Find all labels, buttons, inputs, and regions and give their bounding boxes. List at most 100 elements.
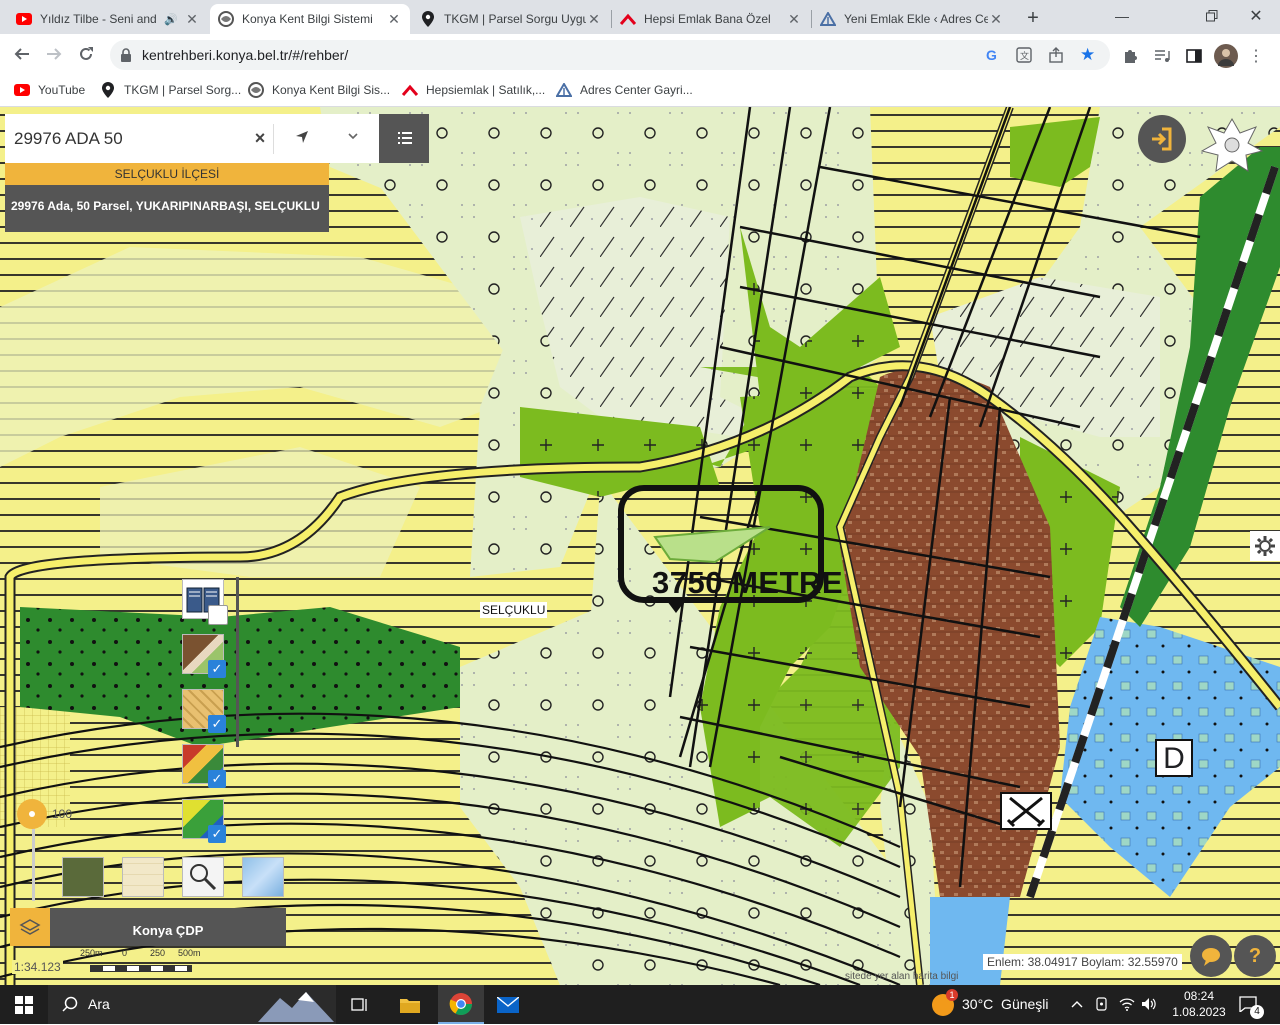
scale-tick: 250m: [80, 948, 103, 958]
zoning-layer-checkbox[interactable]: ✓: [208, 715, 226, 733]
close-tab-icon[interactable]: ✕: [586, 11, 602, 28]
tab-bar: Yıldız Tilbe - Seni and 🔊 ✕ Konya Kent B…: [0, 0, 1280, 34]
mail-icon[interactable]: [492, 989, 524, 1021]
wifi-icon[interactable]: [1118, 995, 1136, 1013]
close-tab-icon[interactable]: ✕: [386, 11, 402, 28]
search-input[interactable]: [5, 114, 263, 163]
cadastre-layer-checkbox[interactable]: ✓: [208, 660, 226, 678]
locate-arrow-icon[interactable]: [295, 130, 309, 147]
task-view-icon[interactable]: [344, 989, 376, 1021]
search-basemap-thumb[interactable]: [182, 857, 224, 897]
address-bar[interactable]: kentrehberi.konya.bel.tr/#/rehber/ G 文 ★: [110, 40, 1110, 70]
taskbar-search-box[interactable]: Ara: [48, 985, 336, 1024]
tab-title: Hepsi Emlak Bana Özel: [644, 12, 771, 26]
media-controls-icon[interactable]: [1152, 46, 1172, 66]
bookmark-tkgm[interactable]: TKGM | Parsel Sorg...: [100, 82, 241, 98]
active-layer-name[interactable]: Konya ÇDP: [50, 908, 286, 946]
windows-taskbar: Ara 1 30°C Güneşli 08:24 1.08.2023 4: [0, 985, 1280, 1024]
close-window-icon[interactable]: ✕: [1244, 6, 1268, 26]
windows-start-icon[interactable]: [0, 985, 48, 1024]
konya-logo-icon: [218, 11, 234, 27]
minimize-icon[interactable]: —: [1110, 6, 1134, 26]
tab-hepsiemlak[interactable]: Hepsi Emlak Bana Özel ✕: [612, 4, 810, 34]
plan-layer-checkbox[interactable]: ✓: [208, 825, 226, 843]
list-menu-button[interactable]: [379, 114, 429, 163]
crossed-rifles-icon: [1000, 792, 1052, 830]
lock-icon[interactable]: [120, 48, 132, 65]
scale-ratio: 1:34.123: [12, 960, 63, 974]
tab-adres-center[interactable]: Yeni Emlak Ekle ‹ Adres Ce ✕: [812, 4, 1012, 34]
opacity-slider-track[interactable]: [32, 819, 35, 901]
tab-title: Konya Kent Bilgi Sistemi: [242, 12, 373, 26]
clock[interactable]: 08:24 1.08.2023: [1168, 988, 1230, 1020]
forward-arrow-icon[interactable]: [42, 42, 66, 66]
bookmark-hepsiemlak[interactable]: Hepsiemlak | Satılık,...: [402, 82, 545, 98]
close-tab-icon[interactable]: ✕: [988, 11, 1004, 28]
map-footer-note: sitede yer alan harita bilgi: [845, 971, 959, 982]
file-explorer-icon[interactable]: [394, 989, 426, 1021]
reload-icon[interactable]: [74, 42, 98, 66]
mountain-search-highlight: [258, 988, 334, 1022]
meet-now-icon[interactable]: [1094, 995, 1112, 1013]
bookmark-adres-center[interactable]: Adres Center Gayri...: [556, 82, 693, 98]
share-icon[interactable]: [1048, 47, 1064, 66]
back-arrow-icon[interactable]: [10, 42, 34, 66]
extensions-puzzle-icon[interactable]: [1120, 46, 1140, 66]
settings-gear-icon[interactable]: [1250, 531, 1280, 561]
landuse-layer-checkbox[interactable]: ✓: [208, 770, 226, 788]
volume-icon[interactable]: [1140, 995, 1158, 1013]
taskbar-search-label: Ara: [88, 996, 110, 1012]
chat-button[interactable]: [1190, 935, 1232, 977]
help-button[interactable]: ?: [1234, 935, 1276, 977]
map-view[interactable]: 3750 METRE SELÇUKLU D × SELÇUKLU İLÇESİ …: [0, 107, 1280, 985]
opacity-slider-handle[interactable]: [17, 799, 47, 829]
google-icon[interactable]: G: [986, 47, 997, 63]
map-basemap-thumb[interactable]: [242, 857, 284, 897]
layers-stack-icon[interactable]: [10, 908, 50, 946]
adres-center-icon: [820, 11, 836, 27]
tab-title: Yeni Emlak Ekle ‹ Adres Ce: [844, 12, 988, 26]
bookmarks-bar: YouTube TKGM | Parsel Sorg... Konya Kent…: [0, 76, 1280, 107]
layer-scrollbar[interactable]: [236, 577, 239, 747]
restore-window-icon[interactable]: [1200, 6, 1224, 26]
chrome-taskbar-icon[interactable]: [438, 985, 484, 1024]
star-icon[interactable]: ★: [1080, 45, 1095, 65]
url-text[interactable]: kentrehberi.konya.bel.tr/#/rehber/: [142, 47, 348, 63]
scale-bar: [90, 965, 192, 972]
notification-count-badge: 4: [1250, 1005, 1264, 1019]
map-pin-icon: [420, 11, 436, 27]
translate-icon[interactable]: 文: [1016, 47, 1032, 66]
youtube-icon: [16, 11, 32, 27]
more-menu-icon[interactable]: ⋮: [1248, 46, 1264, 66]
search-result-item[interactable]: 29976 Ada, 50 Parsel, YUKARIPINARBAŞI, S…: [5, 185, 329, 232]
opacity-value: 100: [52, 807, 73, 821]
weather-text[interactable]: 30°C Güneşli: [962, 996, 1049, 1012]
side-panel-icon[interactable]: [1184, 46, 1204, 66]
bookmark-label: Konya Kent Bilgi Sis...: [272, 83, 391, 97]
satellite-basemap-thumb[interactable]: [62, 857, 104, 897]
hepsiemlak-icon: [620, 11, 636, 27]
chevron-up-icon[interactable]: [1068, 995, 1086, 1013]
street-basemap-thumb[interactable]: [122, 857, 164, 897]
speaker-icon[interactable]: 🔊: [164, 13, 178, 26]
close-tab-icon[interactable]: ✕: [184, 11, 200, 28]
login-button[interactable]: [1138, 115, 1186, 163]
bookmark-youtube[interactable]: YouTube: [14, 82, 85, 98]
close-tab-icon[interactable]: ✕: [786, 11, 802, 28]
tab-title: TKGM | Parsel Sorgu Uygu: [444, 12, 586, 26]
tab-konya[interactable]: Konya Kent Bilgi Sistemi ✕: [210, 4, 410, 34]
chevron-down-icon[interactable]: [347, 130, 359, 144]
district-header: SELÇUKLU İLÇESİ: [5, 163, 329, 185]
tab-youtube[interactable]: Yıldız Tilbe - Seni and 🔊 ✕: [8, 4, 208, 34]
bookmark-label: Adres Center Gayri...: [580, 83, 693, 97]
bookmark-konya[interactable]: Konya Kent Bilgi Sis...: [248, 82, 390, 98]
book-layer-checkbox[interactable]: [208, 605, 228, 625]
bookmark-label: YouTube: [38, 83, 86, 97]
tab-tkgm[interactable]: TKGM | Parsel Sorgu Uygu ✕: [412, 4, 610, 34]
adres-center-icon: [556, 82, 572, 98]
marker-d: D: [1155, 739, 1193, 777]
new-tab-button[interactable]: +: [1020, 6, 1046, 30]
clear-search-button[interactable]: ×: [251, 128, 269, 148]
search-icon: [62, 996, 78, 1015]
profile-avatar[interactable]: [1214, 44, 1238, 68]
